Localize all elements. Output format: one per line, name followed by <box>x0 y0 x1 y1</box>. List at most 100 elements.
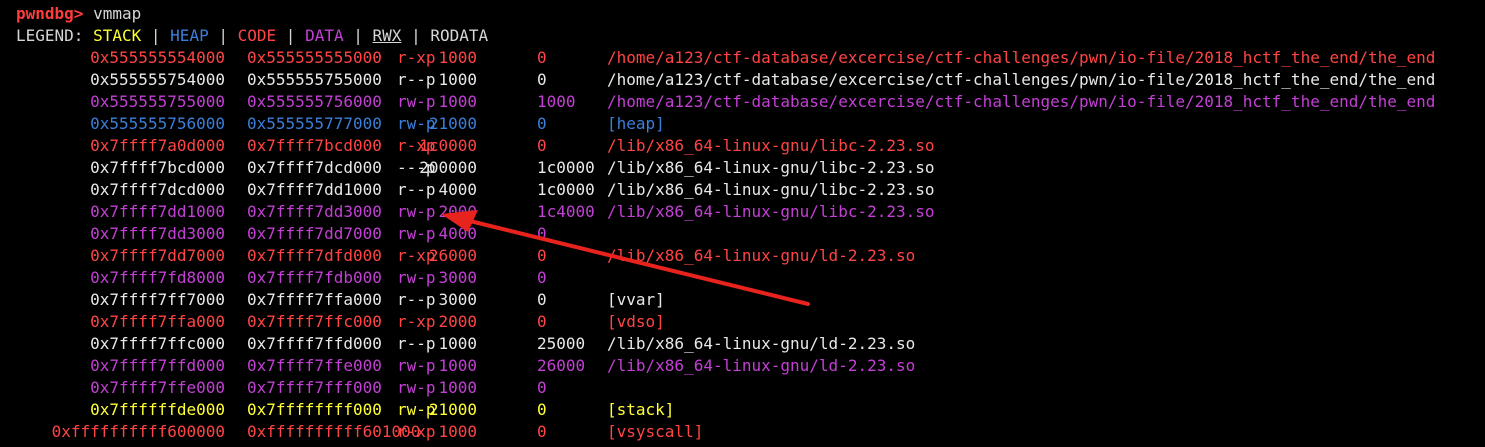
file-offset: 0 <box>537 378 547 397</box>
vmmap-row: 0x555555754000 0x555555755000 r--p 1000 0/ho… <box>0 69 1485 91</box>
end-address: 0x555555555000 <box>247 48 382 67</box>
mapping-name: /home/a123/ctf-database/excercise/ctf-ch… <box>607 92 1436 111</box>
region-size: 200000 <box>419 158 477 177</box>
terminal-window[interactable]: pwndbg> vmmap LEGEND: STACK | HEAP | COD… <box>0 0 1485 447</box>
vmmap-row: 0x7ffff7ffa000 0x7ffff7ffc000 r-xp 2000 0 [vd… <box>0 311 1485 333</box>
file-offset: 0 <box>537 290 547 309</box>
mapping-name: [heap] <box>607 114 665 133</box>
vmmap-row: 0x7ffff7dcd000 0x7ffff7dd1000 r--p 4000 1c00… <box>0 179 1485 201</box>
permissions: r-xp <box>397 422 436 441</box>
region-size: 1000 <box>438 378 477 397</box>
start-address: 0x7ffff7ffc000 <box>90 334 225 353</box>
vmmap-row: 0x7ffff7dd1000 0x7ffff7dd3000 rw-p 2000 1c40… <box>0 201 1485 223</box>
permissions: r--p <box>397 180 436 199</box>
start-address: 0x555555755000 <box>90 92 225 111</box>
end-address: 0xffffffffff601000 <box>247 422 421 441</box>
end-address: 0x7ffffffff000 <box>247 400 382 419</box>
mapping-name: /lib/x86_64-linux-gnu/ld-2.23.so <box>607 334 916 353</box>
region-size: 21000 <box>428 114 477 133</box>
start-address: 0x555555756000 <box>90 114 225 133</box>
vmmap-row: 0x7ffff7fd8000 0x7ffff7fdb000 rw-p 3000 0 <box>0 267 1485 289</box>
start-address: 0x555555554000 <box>90 48 225 67</box>
end-address: 0x7ffff7dfd000 <box>247 246 382 265</box>
region-size: 1000 <box>438 48 477 67</box>
permissions: rw-p <box>397 268 436 287</box>
end-address: 0x7ffff7dd1000 <box>247 180 382 199</box>
start-address: 0x7ffff7dd1000 <box>90 202 225 221</box>
region-size: 1000 <box>438 92 477 111</box>
legend-separator: | <box>150 26 161 45</box>
legend-stack: STACK <box>93 26 142 45</box>
end-address: 0x555555777000 <box>247 114 382 133</box>
mapping-name: [stack] <box>607 400 675 419</box>
file-offset: 26000 <box>537 356 586 375</box>
vmmap-row: 0x7ffff7dd7000 0x7ffff7dfd000 r-xp 26000 0/l… <box>0 245 1485 267</box>
mapping-name: /lib/x86_64-linux-gnu/ld-2.23.so <box>607 246 916 265</box>
mapping-name: /lib/x86_64-linux-gnu/ld-2.23.so <box>607 356 916 375</box>
mapping-name: [vsyscall] <box>607 422 704 441</box>
region-size: 2000 <box>438 202 477 221</box>
start-address: 0x7ffff7fd8000 <box>90 268 225 287</box>
end-address: 0x7ffff7ffc000 <box>247 312 382 331</box>
end-address: 0x7ffff7ffa000 <box>247 290 382 309</box>
start-address: 0x555555754000 <box>90 70 225 89</box>
legend-code: CODE <box>237 26 277 45</box>
file-offset: 1000 <box>537 92 576 111</box>
vmmap-row: 0x7ffff7dd3000 0x7ffff7dd7000 rw-p 4000 0 <box>0 223 1485 245</box>
permissions: rw-p <box>397 378 436 397</box>
legend-rwx: RWX <box>372 26 402 45</box>
file-offset: 0 <box>537 400 547 419</box>
region-size: 1000 <box>438 356 477 375</box>
file-offset: 0 <box>537 268 547 287</box>
permissions: r--p <box>397 290 436 309</box>
file-offset: 0 <box>537 70 547 89</box>
mapping-name: /home/a123/ctf-database/excercise/ctf-ch… <box>607 70 1436 89</box>
legend-rodata: RODATA <box>430 26 489 45</box>
start-address: 0x7ffffffde000 <box>90 400 225 419</box>
permissions: r-xp <box>397 312 436 331</box>
permissions: rw-p <box>397 356 436 375</box>
legend-line: LEGEND: STACK | HEAP | CODE | DATA | RWX… <box>16 25 488 47</box>
vmmap-row: 0x7ffff7a0d000 0x7ffff7bcd000 r-xp 1c0000 0/… <box>0 135 1485 157</box>
file-offset: 1c0000 <box>537 158 595 177</box>
file-offset: 0 <box>537 422 547 441</box>
permissions: r--p <box>397 70 436 89</box>
region-size: 1000 <box>438 70 477 89</box>
vmmap-row: 0x555555554000 0x555555555000 r-xp 1000 0/ho… <box>0 47 1485 69</box>
end-address: 0x7ffff7ffe000 <box>247 356 382 375</box>
end-address: 0x555555756000 <box>247 92 382 111</box>
legend-heap: HEAP <box>170 26 209 45</box>
file-offset: 1c4000 <box>537 202 595 221</box>
file-offset: 0 <box>537 224 547 243</box>
start-address: 0x7ffff7dd3000 <box>90 224 225 243</box>
region-size: 21000 <box>428 400 477 419</box>
start-address: 0x7ffff7dcd000 <box>90 180 225 199</box>
region-size: 1000 <box>438 334 477 353</box>
region-size: 1000 <box>438 422 477 441</box>
region-size: 4000 <box>438 224 477 243</box>
region-size: 26000 <box>428 246 477 265</box>
start-address: 0x7ffff7ffd000 <box>90 356 225 375</box>
legend-separator: | <box>285 26 296 45</box>
permissions: r--p <box>397 334 436 353</box>
region-size: 2000 <box>438 312 477 331</box>
end-address: 0x7ffff7fdb000 <box>247 268 382 287</box>
vmmap-row: 0x7ffff7ff7000 0x7ffff7ffa000 r--p 3000 0 [vv… <box>0 289 1485 311</box>
vmmap-row: 0x555555755000 0x555555756000 rw-p 1000 1000… <box>0 91 1485 113</box>
legend-label: LEGEND: <box>16 26 84 45</box>
start-address: 0x7ffff7bcd000 <box>90 158 225 177</box>
legend-data: DATA <box>305 26 344 45</box>
end-address: 0x7ffff7dd7000 <box>247 224 382 243</box>
vmmap-row: 0x555555756000 0x555555777000 rw-p 21000 0 [h… <box>0 113 1485 135</box>
mapping-name: /lib/x86_64-linux-gnu/libc-2.23.so <box>607 180 935 199</box>
end-address: 0x7ffff7ffd000 <box>247 334 382 353</box>
region-size: 3000 <box>438 290 477 309</box>
start-address: 0x7ffff7ff7000 <box>90 290 225 309</box>
file-offset: 25000 <box>537 334 586 353</box>
end-address: 0x7ffff7bcd000 <box>247 136 382 155</box>
start-address: 0x7ffff7a0d000 <box>90 136 225 155</box>
permissions: rw-p <box>397 224 436 243</box>
file-offset: 0 <box>537 48 547 67</box>
permissions: rw-p <box>397 202 436 221</box>
mapping-name: /lib/x86_64-linux-gnu/libc-2.23.so <box>607 136 935 155</box>
